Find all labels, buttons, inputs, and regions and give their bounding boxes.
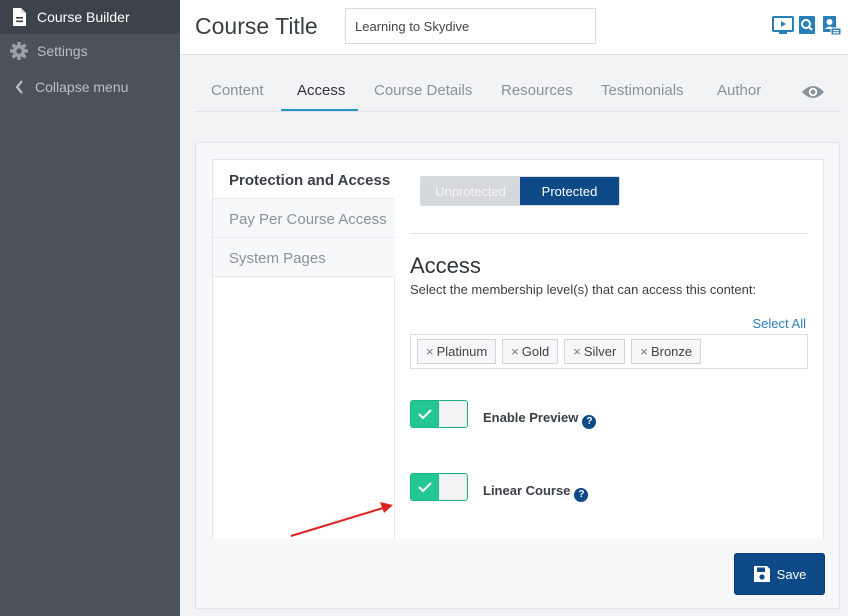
membership-tag-platinum[interactable]: × Platinum <box>417 339 497 364</box>
page-title: Course Title <box>195 13 318 39</box>
user-profile-icon[interactable] <box>820 14 842 36</box>
sidebar-item-settings[interactable]: Settings <box>0 34 180 68</box>
course-name-input[interactable] <box>345 8 596 44</box>
help-icon[interactable]: ? <box>574 487 589 502</box>
tab-content[interactable]: Content <box>211 82 264 99</box>
tab-author[interactable]: Author <box>717 82 761 99</box>
access-heading: Access <box>410 253 481 278</box>
remove-tag-icon[interactable]: × <box>640 344 648 359</box>
search-page-icon[interactable] <box>796 14 818 36</box>
help-icon[interactable]: ? <box>582 414 597 429</box>
sidebar-item-label: Course Builder <box>37 9 130 25</box>
active-tab-indicator <box>281 109 358 111</box>
access-subnav: Protection and Access Pay Per Course Acc… <box>213 160 395 539</box>
sidebar: Course Builder Settings Collapse menu <box>0 0 180 616</box>
save-button-label: Save <box>776 566 807 582</box>
protected-option[interactable]: Protected <box>520 177 619 205</box>
select-all-link[interactable]: Select All <box>753 316 806 331</box>
toggle-knob <box>440 475 466 499</box>
eye-icon[interactable] <box>801 84 825 100</box>
toggle-on-state <box>411 474 439 500</box>
tag-label: Gold <box>521 344 550 359</box>
toggle-on-state <box>411 401 439 427</box>
option-label-text: Linear Course <box>483 483 571 498</box>
membership-tag-bronze[interactable]: × Bronze <box>631 339 702 364</box>
preview-screen-icon[interactable] <box>772 14 794 36</box>
gear-icon <box>10 42 28 60</box>
chevron-left-icon <box>15 80 23 94</box>
floppy-disk-icon <box>753 566 770 582</box>
remove-tag-icon[interactable]: × <box>511 344 519 359</box>
linear-course-label: Linear Course? <box>483 483 589 502</box>
subnav-pay-per-course-access[interactable]: Pay Per Course Access <box>213 199 395 238</box>
document-icon <box>13 8 26 26</box>
access-content: Unprotected Protected Access Select the … <box>410 160 822 539</box>
remove-tag-icon[interactable]: × <box>426 344 434 359</box>
tag-label: Platinum <box>436 344 488 359</box>
course-tabs: Content Access Course Details Resources … <box>195 74 840 112</box>
linear-course-toggle[interactable] <box>410 473 468 501</box>
sidebar-item-label: Settings <box>37 43 88 59</box>
sidebar-item-course-builder[interactable]: Course Builder <box>0 0 180 34</box>
enable-preview-label: Enable Preview? <box>483 410 597 429</box>
tab-access[interactable]: Access <box>297 82 345 99</box>
save-button[interactable]: Save <box>734 553 825 595</box>
membership-tag-gold[interactable]: × Gold <box>502 339 559 364</box>
remove-tag-icon[interactable]: × <box>573 344 581 359</box>
access-description: Select the membership level(s) that can … <box>410 282 757 297</box>
membership-tag-silver[interactable]: × Silver <box>564 339 626 364</box>
membership-levels-select[interactable]: × Platinum × Gold × Silver × Bronze <box>410 334 808 369</box>
protection-toggle: Unprotected Protected <box>420 176 620 206</box>
unprotected-option[interactable]: Unprotected <box>421 177 520 205</box>
checkmark-icon <box>418 482 432 493</box>
sidebar-item-label: Collapse menu <box>35 79 129 95</box>
tag-label: Bronze <box>650 344 693 359</box>
subnav-protection-and-access[interactable]: Protection and Access <box>213 160 395 199</box>
toggle-knob <box>440 402 466 426</box>
top-header: Course Title <box>180 0 848 55</box>
tag-label: Silver <box>583 344 617 359</box>
enable-preview-toggle[interactable] <box>410 400 468 428</box>
access-panel: Protection and Access Pay Per Course Acc… <box>212 159 824 539</box>
divider <box>410 233 808 234</box>
tab-resources[interactable]: Resources <box>501 82 573 99</box>
subnav-system-pages[interactable]: System Pages <box>213 238 395 277</box>
checkmark-icon <box>418 409 432 420</box>
option-label-text: Enable Preview <box>483 410 579 425</box>
tab-course-details[interactable]: Course Details <box>374 82 472 99</box>
sidebar-collapse-menu[interactable]: Collapse menu <box>0 70 180 104</box>
header-icon-group <box>772 14 842 36</box>
tab-testimonials[interactable]: Testimonials <box>601 82 684 99</box>
access-card: Protection and Access Pay Per Course Acc… <box>195 142 840 609</box>
